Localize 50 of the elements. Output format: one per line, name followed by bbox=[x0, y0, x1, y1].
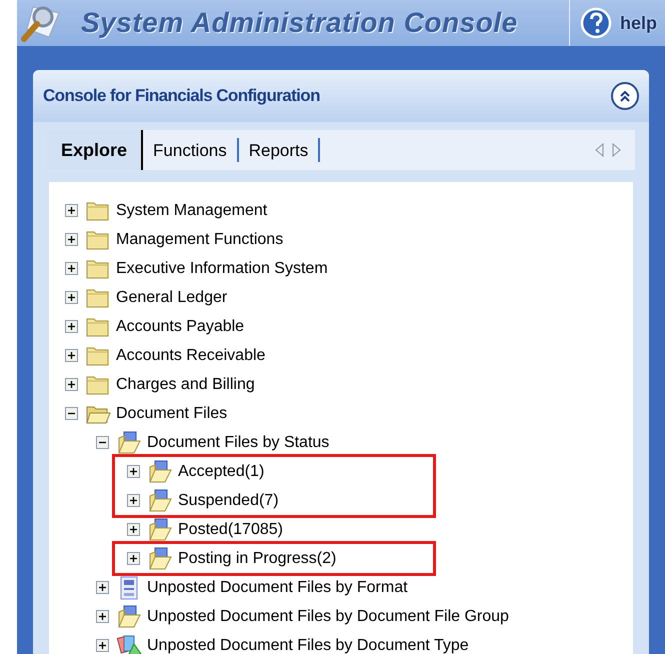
scroll-right-icon[interactable] bbox=[612, 143, 621, 157]
expand-icon[interactable] bbox=[96, 610, 109, 623]
tree-item[interactable]: Accounts Receivable bbox=[116, 344, 266, 368]
scroll-left-icon[interactable] bbox=[595, 143, 604, 157]
expand-icon[interactable] bbox=[65, 349, 78, 362]
document-folder-icon bbox=[147, 488, 173, 512]
tab[interactable]: Functions bbox=[143, 138, 239, 162]
expand-icon[interactable] bbox=[96, 581, 109, 594]
expand-icon[interactable] bbox=[65, 320, 78, 333]
expand-icon[interactable] bbox=[65, 291, 78, 304]
expand-icon[interactable] bbox=[65, 233, 78, 246]
expand-icon[interactable] bbox=[127, 465, 140, 478]
panel-title: Console for Financials Configuration bbox=[43, 85, 320, 108]
tree-item[interactable]: Document Files bbox=[116, 402, 228, 426]
document-folder-icon bbox=[147, 460, 173, 484]
expand-icon[interactable] bbox=[127, 552, 140, 565]
expand-icon[interactable] bbox=[65, 378, 78, 391]
expand-icon[interactable] bbox=[65, 204, 78, 217]
tree-item[interactable]: Accounts Payable bbox=[116, 314, 244, 338]
expand-icon[interactable] bbox=[127, 523, 140, 536]
expand-icon[interactable] bbox=[127, 494, 140, 507]
tab[interactable]: Explore bbox=[47, 130, 144, 170]
collapse-icon[interactable] bbox=[96, 436, 109, 449]
document-folder-icon bbox=[116, 604, 142, 628]
collapse-button[interactable] bbox=[611, 82, 639, 110]
tree-item[interactable]: Document Files by Status bbox=[147, 430, 330, 454]
document-folder-icon bbox=[147, 518, 173, 542]
tree-item[interactable]: Posted(17085) bbox=[178, 518, 283, 542]
tree-item[interactable]: General Ledger bbox=[116, 286, 228, 310]
tree-item[interactable]: Charges and Billing bbox=[116, 372, 255, 396]
tree-item[interactable]: Unposted Document Files by Document Type bbox=[147, 634, 469, 654]
document-folder-icon bbox=[147, 546, 173, 570]
tab[interactable]: Reports bbox=[238, 138, 320, 162]
tree-item[interactable]: System Management bbox=[116, 198, 268, 222]
collapse-icon[interactable] bbox=[65, 407, 78, 420]
tree-item[interactable]: Unposted Document Files by Format bbox=[147, 576, 408, 600]
console-title: System Administration Console bbox=[81, 6, 518, 40]
tree-item[interactable]: Accepted(1) bbox=[178, 460, 264, 484]
tree-item[interactable]: Posting in Progress(2) bbox=[178, 546, 336, 570]
collapse-icon bbox=[618, 89, 632, 103]
help-button[interactable]: help bbox=[570, 3, 665, 43]
cards-icon bbox=[116, 634, 142, 654]
tree-item[interactable]: Management Functions bbox=[116, 228, 284, 252]
document-folder-icon bbox=[116, 430, 142, 454]
tree-item[interactable]: Unposted Document Files by Document File Group bbox=[147, 604, 509, 628]
tree-item[interactable]: Executive Information System bbox=[116, 256, 328, 280]
help-icon bbox=[580, 7, 612, 39]
expand-icon[interactable] bbox=[65, 262, 78, 275]
tree-item[interactable]: Suspended(7) bbox=[178, 488, 279, 512]
expand-icon[interactable] bbox=[96, 639, 109, 652]
